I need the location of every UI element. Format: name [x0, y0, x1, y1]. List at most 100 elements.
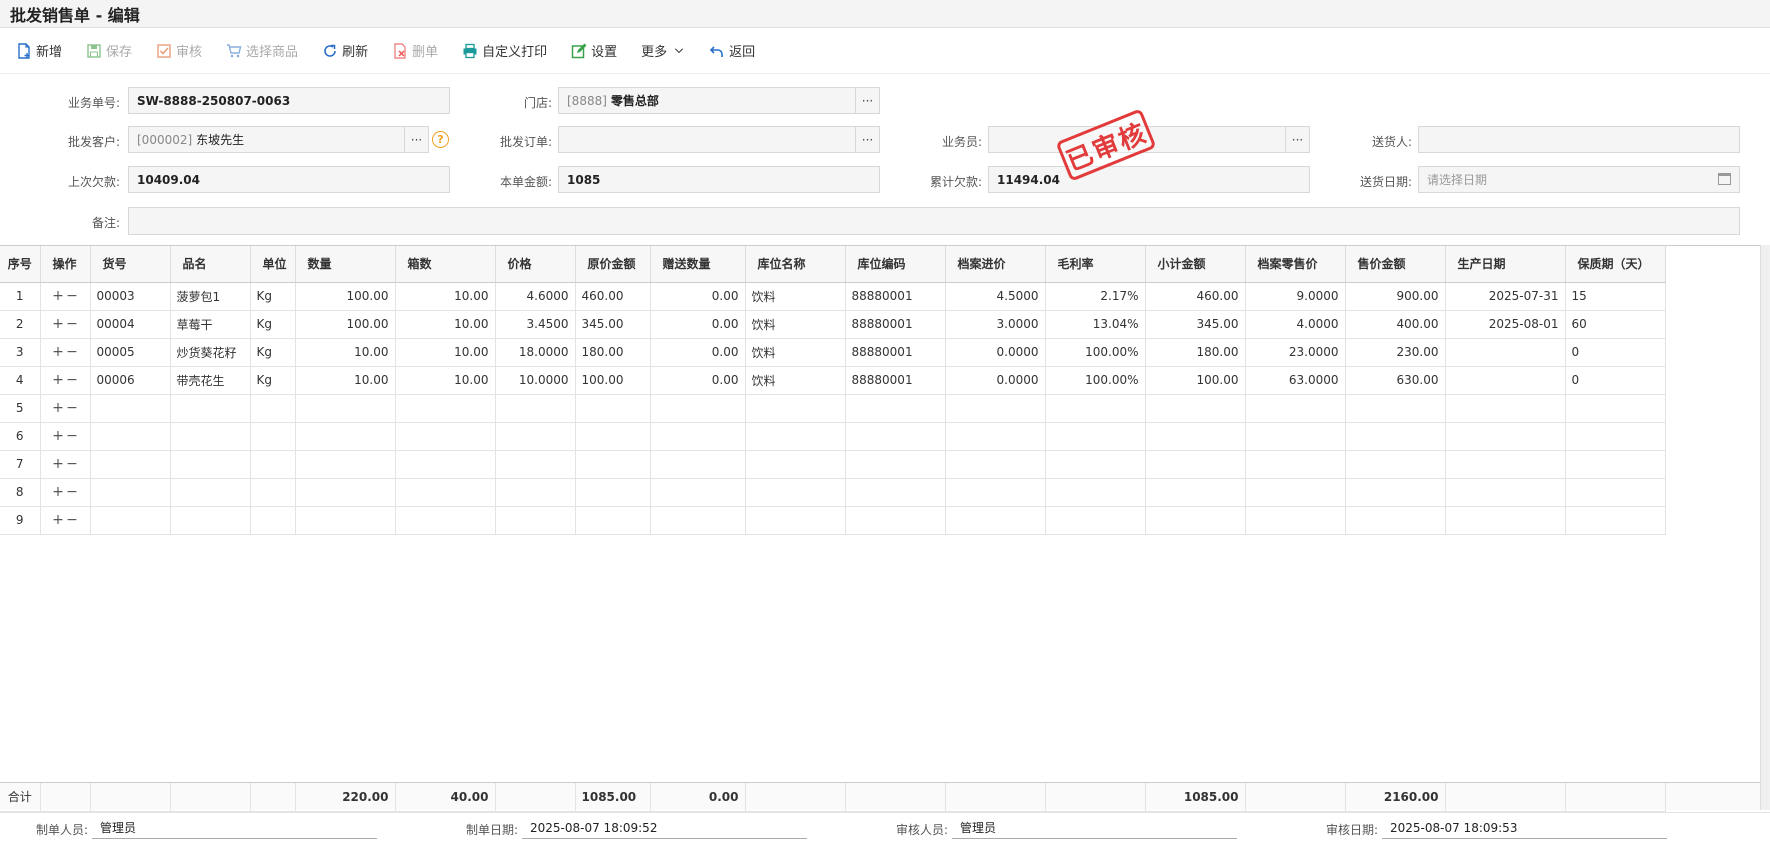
column-header[interactable]: 保质期（天）	[1565, 246, 1666, 283]
more-dropdown[interactable]: 更多	[641, 41, 685, 60]
delivery-date-field[interactable]: 请选择日期	[1418, 166, 1740, 193]
cell-cost[interactable]	[945, 478, 1046, 507]
cell-cost[interactable]: 4.5000	[945, 282, 1046, 311]
cell-shelf[interactable]	[1565, 394, 1666, 423]
cell-boxes[interactable]: 10.00	[395, 338, 496, 367]
cell-margin[interactable]: 13.04%	[1045, 310, 1146, 339]
cell-no[interactable]: 4	[0, 366, 41, 395]
column-header[interactable]: 序号	[0, 246, 41, 283]
grid-scrollbar[interactable]	[1760, 245, 1770, 810]
remove-row-icon[interactable]: −	[65, 372, 79, 388]
cell-name[interactable]: 菠萝包1	[170, 282, 251, 311]
delete-button[interactable]: 删单	[392, 41, 438, 60]
cell-boxes[interactable]	[395, 478, 496, 507]
column-header[interactable]: 赠送数量	[650, 246, 746, 283]
cell-sale-amount[interactable]	[1345, 422, 1446, 451]
cell-prod-date[interactable]	[1445, 506, 1566, 535]
remove-row-icon[interactable]: −	[65, 512, 79, 528]
column-header[interactable]: 档案零售价	[1245, 246, 1346, 283]
cell-price[interactable]	[495, 478, 576, 507]
cell-price[interactable]	[495, 422, 576, 451]
cell-retail[interactable]	[1245, 422, 1346, 451]
order-field[interactable]: ···	[558, 126, 880, 153]
save-button[interactable]: 保存	[86, 41, 132, 60]
cell-shelf[interactable]	[1565, 450, 1666, 479]
cell-gift-qty[interactable]: 0.00	[650, 338, 746, 367]
cell-loc-name[interactable]: 饮料	[745, 366, 846, 395]
cell-retail[interactable]: 9.0000	[1245, 282, 1346, 311]
cell-code[interactable]	[90, 422, 171, 451]
cell-loc-name[interactable]	[745, 506, 846, 535]
cell-retail[interactable]	[1245, 506, 1346, 535]
cell-sale-amount[interactable]: 230.00	[1345, 338, 1446, 367]
cell-shelf[interactable]: 15	[1565, 282, 1666, 311]
cell-orig-amount[interactable]	[575, 422, 651, 451]
cell-name[interactable]	[170, 394, 251, 423]
cell-code[interactable]: 00004	[90, 310, 171, 339]
cell-qty[interactable]	[295, 506, 396, 535]
column-header[interactable]: 生产日期	[1445, 246, 1566, 283]
cell-sale-amount[interactable]	[1345, 478, 1446, 507]
add-row-icon[interactable]: +	[51, 484, 65, 500]
cell-cost[interactable]	[945, 506, 1046, 535]
cell-subtotal[interactable]: 180.00	[1145, 338, 1246, 367]
cell-sale-amount[interactable]	[1345, 394, 1446, 423]
cell-unit[interactable]: Kg	[250, 282, 296, 311]
cell-no[interactable]: 2	[0, 310, 41, 339]
remark-field[interactable]	[128, 207, 1740, 235]
cell-margin[interactable]	[1045, 422, 1146, 451]
custom-print-button[interactable]: 自定义打印	[462, 41, 547, 60]
table-row[interactable]: 8 + −	[0, 478, 1666, 507]
cell-loc-name[interactable]: 饮料	[745, 282, 846, 311]
cell-cost[interactable]	[945, 422, 1046, 451]
cell-gift-qty[interactable]: 0.00	[650, 310, 746, 339]
cell-unit[interactable]	[250, 506, 296, 535]
cell-gift-qty[interactable]	[650, 422, 746, 451]
cell-loc-name[interactable]: 饮料	[745, 338, 846, 367]
cell-unit[interactable]	[250, 450, 296, 479]
cell-orig-amount[interactable]	[575, 450, 651, 479]
cell-unit[interactable]: Kg	[250, 366, 296, 395]
cell-subtotal[interactable]	[1145, 506, 1246, 535]
add-row-icon[interactable]: +	[51, 428, 65, 444]
column-header[interactable]: 毛利率	[1045, 246, 1146, 283]
cell-code[interactable]	[90, 478, 171, 507]
cell-margin[interactable]: 100.00%	[1045, 366, 1146, 395]
cell-no[interactable]: 8	[0, 478, 41, 507]
customer-field[interactable]: [000002] 东坡先生 ···	[128, 126, 429, 153]
cell-no[interactable]: 3	[0, 338, 41, 367]
remove-row-icon[interactable]: −	[65, 428, 79, 444]
column-header[interactable]: 小计金额	[1145, 246, 1246, 283]
cell-qty[interactable]: 10.00	[295, 366, 396, 395]
cell-sale-amount[interactable]: 630.00	[1345, 366, 1446, 395]
column-header[interactable]: 库位编码	[845, 246, 946, 283]
table-row[interactable]: 3 + −00005 炒货葵花籽 Kg 10.00 10.00 18.0000 180.00 0.…	[0, 338, 1666, 367]
cell-qty[interactable]	[295, 422, 396, 451]
cell-name[interactable]	[170, 450, 251, 479]
cell-retail[interactable]: 4.0000	[1245, 310, 1346, 339]
cell-cost[interactable]	[945, 450, 1046, 479]
table-row[interactable]: 2 + −00004 草莓干 Kg 100.00 10.00 3.4500 345.00 0.00…	[0, 310, 1666, 339]
column-header[interactable]: 货号	[90, 246, 171, 283]
help-icon[interactable]: ?	[432, 131, 449, 148]
store-picker-button[interactable]: ···	[855, 88, 879, 113]
cell-no[interactable]: 6	[0, 422, 41, 451]
cell-code[interactable]	[90, 394, 171, 423]
cell-name[interactable]: 草莓干	[170, 310, 251, 339]
cell-orig-amount[interactable]: 460.00	[575, 282, 651, 311]
column-header[interactable]: 数量	[295, 246, 396, 283]
add-row-icon[interactable]: +	[51, 372, 65, 388]
doc-no-field[interactable]: SW-8888-250807-0063	[128, 87, 450, 114]
add-row-icon[interactable]: +	[51, 400, 65, 416]
cell-subtotal[interactable]	[1145, 450, 1246, 479]
remove-row-icon[interactable]: −	[65, 484, 79, 500]
cell-margin[interactable]	[1045, 478, 1146, 507]
cell-cost[interactable]: 0.0000	[945, 338, 1046, 367]
cell-code[interactable]	[90, 506, 171, 535]
cell-margin[interactable]	[1045, 450, 1146, 479]
remove-row-icon[interactable]: −	[65, 456, 79, 472]
cell-retail[interactable]	[1245, 394, 1346, 423]
customer-picker-button[interactable]: ···	[404, 127, 428, 152]
cell-name[interactable]	[170, 478, 251, 507]
cell-orig-amount[interactable]	[575, 506, 651, 535]
